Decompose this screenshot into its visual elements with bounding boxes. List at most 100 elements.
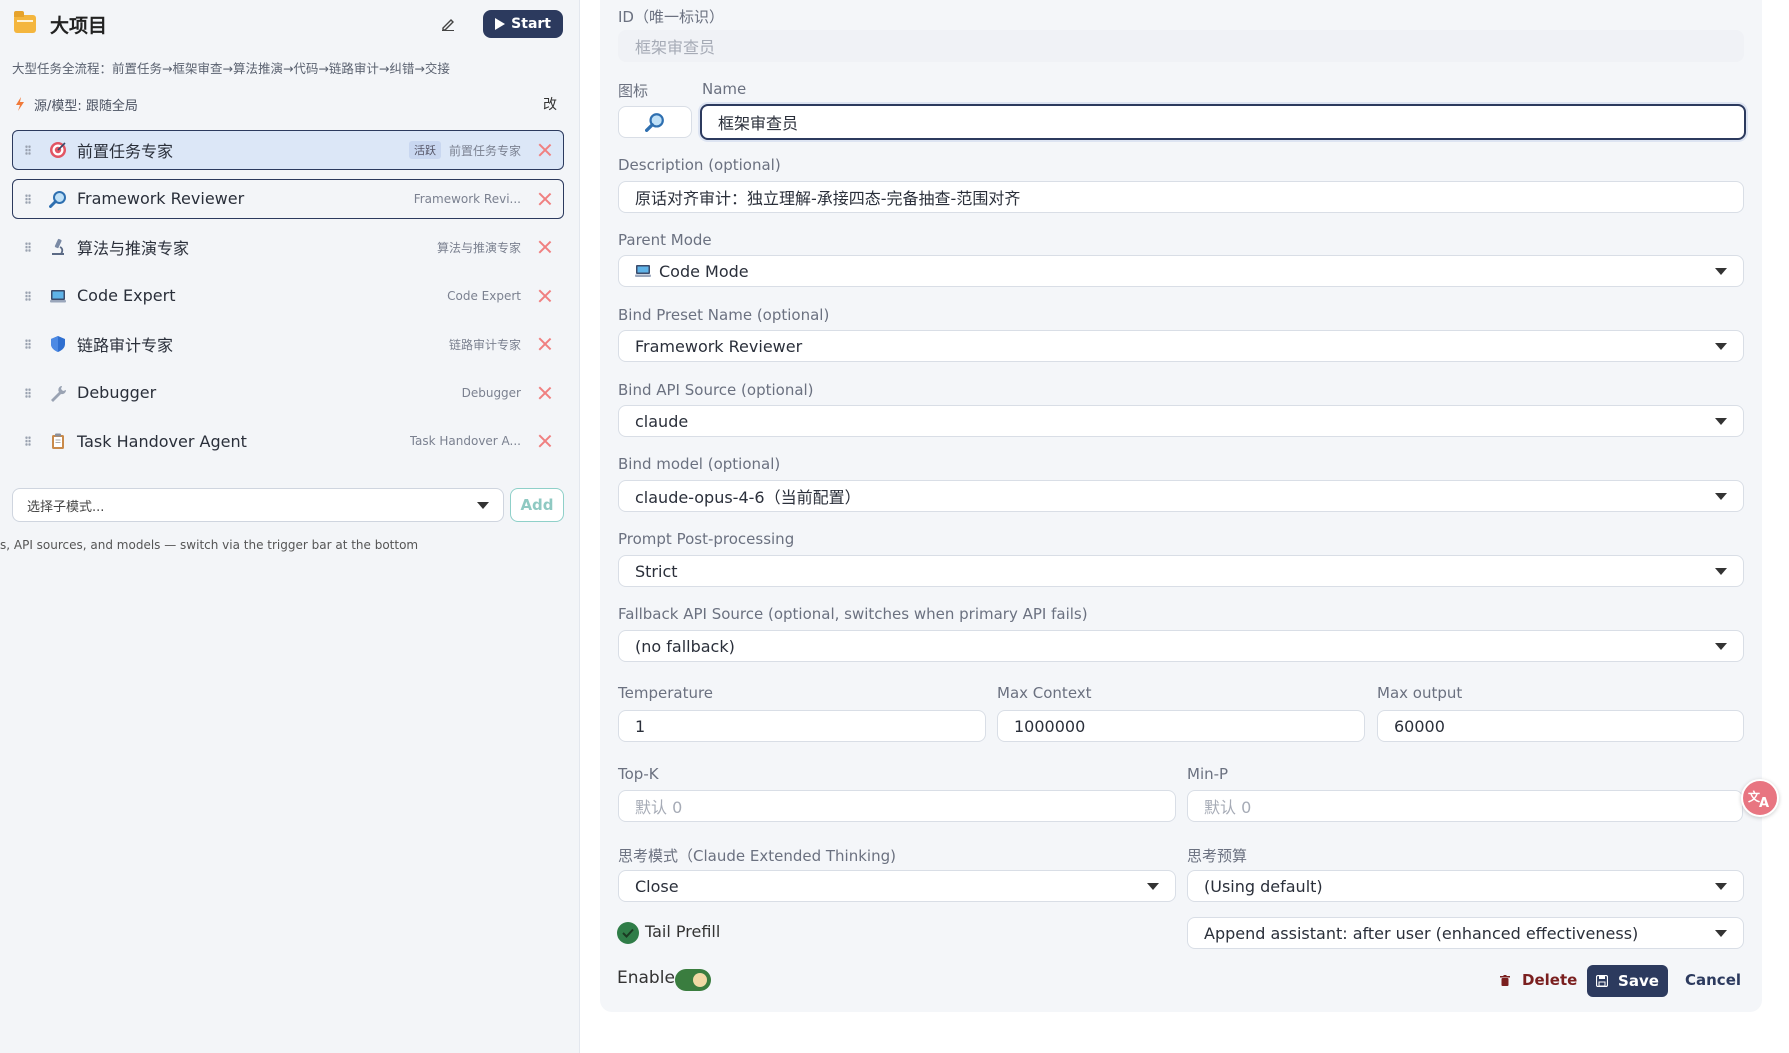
- thinking-budget-select[interactable]: (Using default): [1187, 870, 1744, 902]
- flow-description: 大型任务全流程：前置任务→框架审查→算法推演→代码→链路审计→纠错→交接: [12, 61, 450, 76]
- play-icon: [495, 18, 506, 30]
- drag-handle-icon[interactable]: [25, 193, 31, 204]
- list-item[interactable]: Framework Reviewer Framework Revi...: [12, 178, 564, 219]
- list-item[interactable]: 链路审计专家 链路审计专家: [12, 324, 564, 364]
- append-mode-select[interactable]: Append assistant: after user (enhanced e…: [1187, 917, 1744, 949]
- thinking-mode-value: Close: [635, 876, 679, 896]
- max-output-value: 60000: [1394, 716, 1445, 736]
- wrench-icon: [47, 382, 69, 404]
- fallback-value: (no fallback): [635, 636, 735, 656]
- chevron-down-icon: [1715, 642, 1727, 650]
- enable-toggle[interactable]: [675, 969, 711, 991]
- bind-api-select[interactable]: claude: [618, 405, 1744, 437]
- thinking-mode-select[interactable]: Close: [618, 870, 1176, 902]
- trash-icon: [1500, 974, 1510, 986]
- drag-handle-icon[interactable]: [25, 242, 31, 252]
- folder-icon: [14, 11, 36, 33]
- cancel-button[interactable]: Cancel: [1685, 965, 1741, 995]
- tail-prefill-label: Tail Prefill: [645, 922, 721, 941]
- start-button[interactable]: Start: [483, 10, 563, 38]
- edit-pencil-icon[interactable]: [435, 11, 461, 37]
- submode-select[interactable]: 选择子模式...: [12, 488, 504, 522]
- minp-label: Min-P: [1187, 765, 1229, 783]
- drag-handle-icon[interactable]: [25, 387, 31, 398]
- description-input[interactable]: 原话对齐审计：独立理解-承接四态-完备抽查-范围对齐: [618, 181, 1744, 213]
- fallback-select[interactable]: (no fallback): [618, 630, 1744, 662]
- list-item-subtitle: Code Expert: [447, 288, 521, 303]
- submode-list: 前置任务专家 活跃 前置任务专家 Framework Reviewer Fram…: [12, 130, 564, 470]
- temperature-input[interactable]: 1: [618, 710, 986, 742]
- max-output-input[interactable]: 60000: [1377, 710, 1744, 742]
- change-source-button[interactable]: 改: [543, 94, 557, 114]
- bind-api-label: Bind API Source (optional): [618, 381, 814, 399]
- start-button-label: Start: [511, 16, 551, 32]
- name-input[interactable]: 框架审查员: [700, 104, 1746, 140]
- icon-picker[interactable]: [618, 106, 692, 138]
- clipboard-icon: [47, 430, 69, 452]
- bind-model-label: Bind model (optional): [618, 455, 781, 473]
- bind-preset-select[interactable]: Framework Reviewer: [618, 330, 1744, 362]
- remove-icon[interactable]: [539, 387, 551, 399]
- remove-icon[interactable]: [539, 290, 551, 302]
- thinking-mode-label: 思考模式（Claude Extended Thinking): [618, 847, 896, 865]
- active-badge: 活跃: [408, 141, 441, 159]
- chevron-down-icon: [1715, 342, 1727, 350]
- translate-icon[interactable]: 文A: [1741, 779, 1779, 817]
- list-item[interactable]: Code Expert Code Expert: [12, 276, 564, 316]
- page-edge-strip: [1762, 0, 1789, 1053]
- name-label: Name: [702, 80, 747, 98]
- topk-input[interactable]: 默认 0: [618, 790, 1176, 822]
- checkmark-icon: [622, 928, 634, 938]
- enable-label: Enable: [617, 968, 675, 988]
- thinking-budget-value: (Using default): [1204, 876, 1323, 896]
- add-submode-button[interactable]: Add: [510, 488, 564, 522]
- remove-icon[interactable]: [539, 144, 551, 156]
- list-item[interactable]: 算法与推演专家 算法与推演专家: [12, 227, 564, 267]
- target-icon: [47, 139, 69, 161]
- list-item[interactable]: Debugger Debugger: [12, 373, 564, 413]
- parent-mode-select[interactable]: Code Mode: [618, 255, 1744, 287]
- remove-icon[interactable]: [539, 435, 551, 447]
- drag-handle-icon[interactable]: [25, 339, 31, 349]
- laptop-icon: [635, 265, 651, 277]
- toggle-knob: [693, 973, 707, 987]
- chevron-down-icon: [477, 501, 489, 509]
- list-item-subtitle: Debugger: [461, 385, 521, 400]
- list-item-subtitle: 算法与推演专家: [436, 240, 521, 255]
- fallback-label: Fallback API Source (optional, switches …: [618, 605, 1088, 623]
- list-item[interactable]: Task Handover Agent Task Handover A...: [12, 421, 564, 461]
- list-item-name: 前置任务专家: [77, 142, 174, 161]
- list-item-subtitle: 前置任务专家: [448, 143, 521, 158]
- save-button[interactable]: Save: [1587, 965, 1668, 997]
- sidebar-panel: 大项目 Start 大型任务全流程：前置任务→框架审查→算法推演→代码→链路审计…: [0, 0, 580, 1053]
- drag-handle-icon[interactable]: [25, 145, 31, 155]
- minp-input[interactable]: 默认 0: [1187, 790, 1743, 822]
- microscope-icon: [47, 236, 69, 258]
- submode-select-placeholder: 选择子模式...: [27, 499, 105, 515]
- bind-preset-value: Framework Reviewer: [635, 336, 803, 356]
- topk-placeholder: 默认 0: [635, 798, 683, 817]
- remove-icon[interactable]: [539, 193, 551, 205]
- delete-button[interactable]: Delete: [1500, 965, 1577, 995]
- project-title: 大项目: [50, 14, 108, 37]
- drag-handle-icon[interactable]: [25, 436, 31, 446]
- thinking-budget-label: 思考预算: [1187, 847, 1248, 865]
- chevron-down-icon: [1715, 267, 1727, 275]
- chevron-down-icon: [1147, 882, 1159, 890]
- tail-prefill-checkbox[interactable]: [617, 922, 639, 944]
- parent-mode-label: Parent Mode: [618, 231, 712, 249]
- remove-icon[interactable]: [539, 338, 551, 350]
- prompt-post-value: Strict: [635, 561, 678, 581]
- save-button-label: Save: [1618, 972, 1659, 990]
- list-item-name: Framework Reviewer: [77, 189, 245, 208]
- list-item-name: Debugger: [77, 383, 157, 402]
- drag-handle-icon[interactable]: [25, 290, 31, 301]
- bind-model-select[interactable]: claude-opus-4-6（当前配置）: [618, 480, 1744, 512]
- remove-icon[interactable]: [539, 241, 551, 253]
- topk-label: Top-K: [618, 765, 659, 783]
- max-context-input[interactable]: 1000000: [997, 710, 1365, 742]
- prompt-post-select[interactable]: Strict: [618, 555, 1744, 587]
- chevron-down-icon: [1715, 929, 1727, 937]
- list-item[interactable]: 前置任务专家 活跃 前置任务专家: [12, 130, 564, 170]
- bind-preset-label: Bind Preset Name (optional): [618, 306, 830, 324]
